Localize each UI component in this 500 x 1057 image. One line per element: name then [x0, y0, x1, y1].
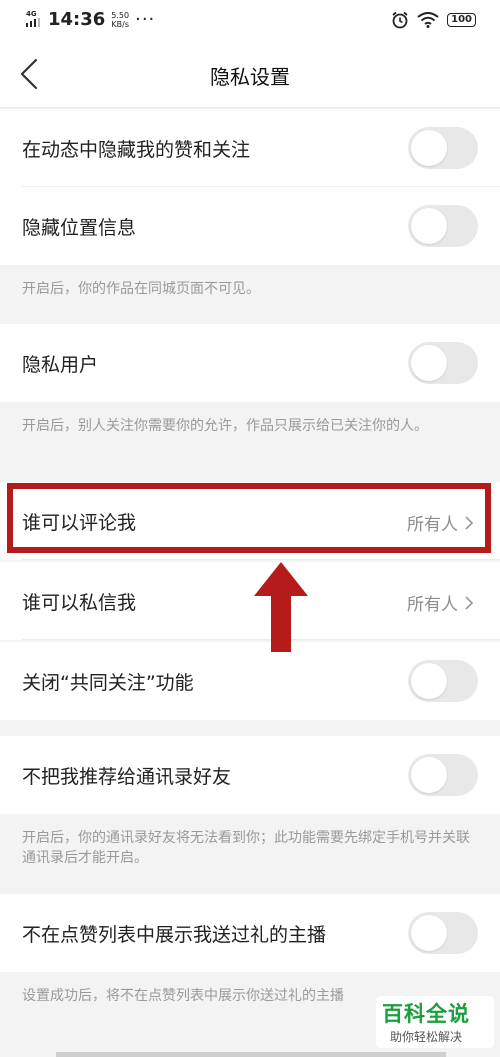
setting-label: 不把我推荐给通讯录好友 [22, 766, 232, 788]
toggle-knob [411, 757, 447, 793]
hide-location-note: 开启后，你的作品在同城页面不可见。 [0, 265, 500, 324]
signal-icon: 4G [26, 10, 44, 29]
toggle-knob [411, 130, 447, 166]
hide-location-toggle[interactable] [408, 205, 478, 247]
status-bar: 4G 14:36 5.50 KB/s ··· 100 [0, 0, 500, 42]
setting-hide-likes-follows: 在动态中隐藏我的赞和关注 [0, 109, 500, 187]
no-recommend-contacts-toggle[interactable] [408, 754, 478, 796]
setting-label: 关闭“共同关注”功能 [22, 672, 194, 694]
more-notifications-icon: ··· [135, 9, 156, 30]
speed-unit: KB/s [111, 19, 129, 29]
private-user-note: 开启后，别人关注你需要你的允许，作品只展示给已关注你的人。 [0, 402, 500, 482]
setting-hide-gift-streamers: 不在点赞列表中展示我送过礼的主播 [0, 894, 500, 972]
status-time: 14:36 [48, 9, 106, 30]
selected-option: 所有人 [407, 595, 458, 615]
network-type: 4G [26, 10, 37, 18]
setting-label: 隐私用户 [22, 354, 99, 376]
arrow-up-icon [254, 562, 308, 652]
private-user-toggle[interactable] [408, 342, 478, 384]
setting-private-user: 隐私用户 [0, 324, 500, 402]
toggle-knob [411, 345, 447, 381]
toggle-knob [411, 663, 447, 699]
wifi-icon [417, 12, 439, 28]
setting-label: 不在点赞列表中展示我送过礼的主播 [22, 924, 327, 946]
setting-hide-location: 隐藏位置信息 [0, 187, 500, 265]
battery-icon: 100 [447, 13, 476, 27]
bottom-edge [56, 1052, 446, 1057]
network-speed: 5.50 KB/s [111, 11, 129, 29]
header: 隐私设置 [0, 42, 500, 108]
setting-label: 谁可以私信我 [22, 592, 137, 614]
watermark-logo: 百科全说 助你轻松解决 [376, 996, 494, 1048]
chevron-right-icon [465, 595, 474, 610]
no-recommend-contacts-note: 开启后，你的通讯录好友将无法看到你；此功能需要先绑定手机号并关联通讯录后才能开启… [0, 814, 500, 894]
setting-label: 在动态中隐藏我的赞和关注 [22, 139, 251, 161]
watermark-subtitle: 助你轻松解决 [390, 1030, 463, 1044]
watermark-title: 百科全说 [382, 1002, 470, 1026]
toggle-knob [411, 208, 447, 244]
highlight-box [7, 483, 491, 553]
hide-gift-streamers-toggle[interactable] [408, 912, 478, 954]
setting-label: 隐藏位置信息 [22, 217, 137, 239]
hide-likes-follows-toggle[interactable] [408, 127, 478, 169]
page-title: 隐私设置 [210, 65, 290, 89]
who-can-message-value: 所有人 [407, 590, 474, 615]
setting-no-recommend-contacts: 不把我推荐给通讯录好友 [0, 736, 500, 814]
speed-value: 5.50 [111, 10, 130, 20]
toggle-knob [411, 915, 447, 951]
alarm-icon [392, 11, 408, 29]
mutual-follow-toggle[interactable] [408, 660, 478, 702]
